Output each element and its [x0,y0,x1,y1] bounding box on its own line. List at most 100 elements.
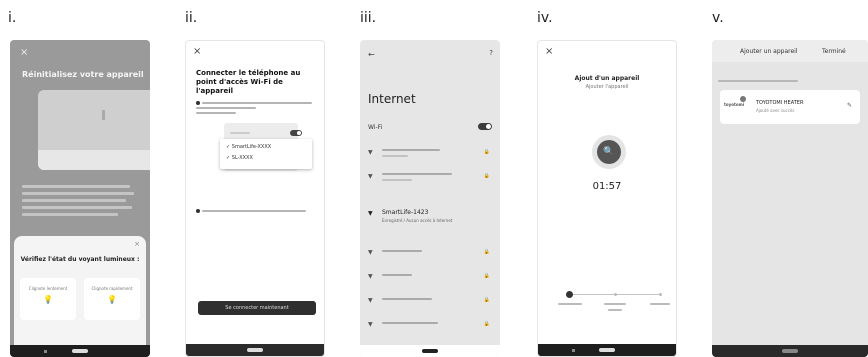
instruction-text [22,206,132,209]
wifi-network-row[interactable]: ▼ 🔒 [360,292,500,314]
status-badge [740,96,746,102]
lock-icon: 🔒 [483,321,490,327]
page-title: Ajouter un appareil [740,48,798,55]
wifi-icon: ▼ [368,273,373,280]
network-name [382,322,438,324]
step-node [614,293,617,296]
instruction-text [22,185,130,188]
step-label [604,303,626,305]
instruction-text [196,107,256,109]
wifi-icon: ▼ [368,321,373,328]
system-nav-bar [10,345,150,357]
option-label: Clignote rapidement [91,286,133,291]
screen-device-added: Ajouter un appareil Terminé toyotomi TOY… [712,40,868,357]
page-title: Réinitialisez votre appareil [22,70,144,79]
page-title: Connecter le téléphone au point d'accès … [196,69,301,95]
wifi-network-row[interactable]: ▼ 🔒 [360,244,500,266]
network-name [382,149,440,151]
step-label [650,303,670,305]
page-title: Ajout d'un appareil [574,75,640,82]
step-node-active [566,291,573,298]
back-arrow-icon[interactable]: ← [368,50,375,59]
network-name [382,250,422,252]
wifi-icon: ▼ [368,173,373,180]
lightbulb-icon: 💡 [43,295,53,304]
edit-icon[interactable]: ✎ [847,102,852,109]
wifi-label: Wi-Fi [368,124,383,131]
step-node [659,293,662,296]
instruction-text [22,192,134,195]
connect-now-button[interactable]: Se connecter maintenant [198,301,316,315]
instruction-text [202,102,312,104]
step-label-1: i. [8,10,17,26]
wifi-icon: ▼ [368,210,373,217]
system-nav-bar [186,344,324,356]
done-button[interactable]: Terminé [822,48,846,55]
device-card[interactable]: toyotomi TOYOTOMI HEATER Ajouté avec suc… [720,90,860,124]
brand-logo: toyotomi [724,102,745,107]
network-status [382,155,408,157]
option-label: Clignote lentement [28,286,68,291]
screen-adding-device: × Ajout d'un appareil Ajouter l'appareil… [537,40,677,357]
screen-wifi-list: ← ? Internet Wi-Fi ▼ 🔒 ▼ 🔒 ▼ SmartLife-1… [360,40,500,357]
option-fast-blink[interactable]: Clignote rapidement 💡 [84,278,140,320]
sheet-title: Vérifiez l'état du voyant lumineux : [20,256,140,263]
bottom-sheet: × Vérifiez l'état du voyant lumineux : C… [14,236,146,345]
system-nav-bar [360,345,500,357]
device-status: Ajouté avec succès [756,108,795,113]
wifi-network-row[interactable]: ▼ 🔒 [360,144,500,166]
step-label-2: ii. [185,10,198,26]
device-name: TOYOTOMI HEATER [756,100,804,106]
system-nav-bar [538,344,676,356]
wifi-network-row[interactable]: ▼ 🔒 [360,268,500,290]
lock-icon: 🔒 [483,149,490,155]
instruction-text [22,199,126,202]
network-item: ✓ SmartLife-XXXX [226,144,272,150]
step-label-3: iii. [360,10,377,26]
wifi-icon: ▼ [368,249,373,256]
instruction-text [202,210,306,212]
instruction-text [22,213,118,216]
close-icon[interactable]: × [134,240,140,248]
lock-icon: 🔒 [483,249,490,255]
step-label-5: v. [712,10,724,26]
step-label-4: iv. [537,10,553,26]
network-name [382,173,452,175]
network-status: Enregistré / Aucun accès à Internet [382,218,453,223]
step-label [608,309,622,311]
wifi-toggle [290,130,302,136]
bullet [196,101,200,105]
wifi-network-row[interactable]: ▼ 🔒 [360,168,500,190]
lightbulb-icon: 💡 [107,295,117,304]
wifi-toggle[interactable] [478,123,492,130]
close-icon[interactable]: × [20,48,28,58]
close-icon[interactable]: × [193,47,201,57]
lock-icon: 🔒 [483,173,490,179]
countdown-timer: 01:57 [592,181,622,192]
network-name [382,274,412,276]
page-title: Internet [368,92,416,106]
help-icon[interactable]: ? [489,49,493,57]
close-icon[interactable]: × [545,47,553,57]
screen-reset-device: × Réinitialisez votre appareil × Vérifie… [10,40,150,357]
bullet [196,209,200,213]
wifi-icon: ▼ [368,149,373,156]
system-nav-bar [712,345,868,357]
lock-icon: 🔒 [483,297,490,303]
network-popup: ✓ SmartLife-XXXX ✓ SL-XXXX [220,139,312,169]
network-item: ✓ SL-XXXX [226,155,253,161]
status-text [718,80,798,82]
lock-icon: 🔒 [483,273,490,279]
wifi-label [230,132,250,134]
device-image [38,90,150,170]
wifi-network-row-selected[interactable]: ▼ SmartLife-1423 Enregistré / Aucun accè… [360,208,500,234]
option-slow-blink[interactable]: Clignote lentement 💡 [20,278,76,320]
step-label [558,303,582,305]
screen-connect-ap: × Connecter le téléphone au point d'accè… [185,40,325,357]
page-subtitle: Ajouter l'appareil [585,84,629,90]
instruction-text [196,112,236,114]
wifi-icon: ▼ [368,297,373,304]
network-name: SmartLife-1423 [382,209,429,216]
search-icon: 🔍 [597,140,621,164]
wifi-network-row[interactable]: ▼ 🔒 [360,316,500,338]
